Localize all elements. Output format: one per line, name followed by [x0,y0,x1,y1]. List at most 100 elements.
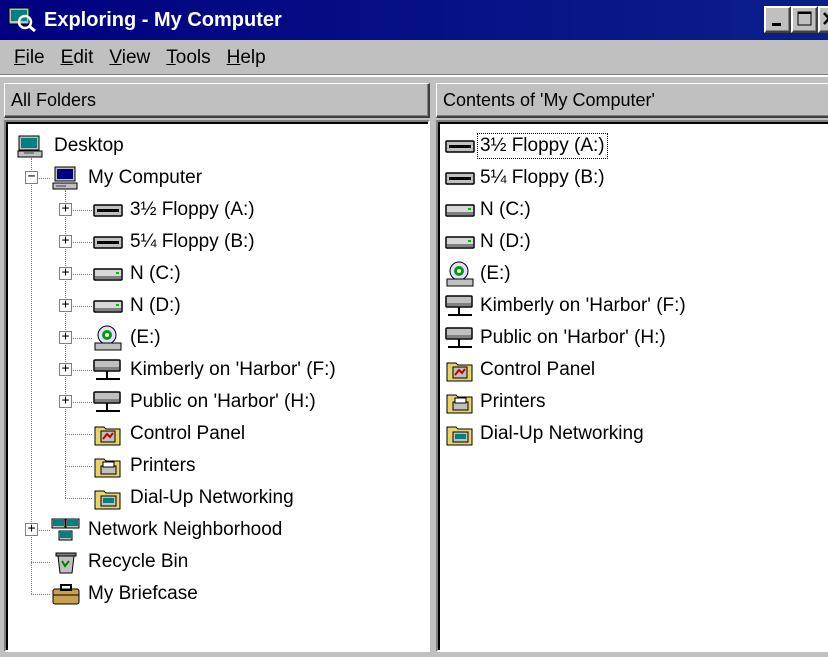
network-drive-icon [444,292,476,320]
tree-item[interactable]: My Computer [50,162,202,194]
control-panel-folder-icon [92,420,124,448]
list-item[interactable]: 3½ Floppy (A:) [444,130,608,162]
tree-item-label: Network Neighborhood [88,519,283,540]
list-item-label: Dial-Up Networking [480,423,644,444]
expand-icon[interactable]: + [59,330,72,344]
expand-icon[interactable]: + [59,298,72,312]
list-item[interactable]: Public on 'Harbor' (H:) [444,322,668,354]
tree-item[interactable]: Control Panel [92,418,245,450]
explorer-window: Exploring - My Computer File Edit View T… [0,0,828,657]
hard-drive-icon [92,260,124,288]
expander-glyph: + [61,393,70,408]
expand-icon[interactable]: + [59,265,72,280]
tree-item-label: 3½ Floppy (A:) [130,199,255,220]
list-item[interactable]: Dial-Up Networking [444,418,646,450]
tree-item[interactable]: 5¼ Floppy (B:) [92,226,255,258]
hard-drive-icon [92,292,124,320]
tree-connector [65,466,92,467]
menu-view-accel: V [109,46,122,68]
menu-bar: File Edit View Tools Help [0,41,828,75]
menu-tools-label: ools [175,46,211,68]
expand-icon[interactable]: + [59,362,72,376]
expander-glyph: + [61,265,70,280]
contents-pane[interactable]: 3½ Floppy (A:) 5¼ Floppy (B:) N (C:) N (D:)… [436,120,828,652]
tree-item[interactable]: Kimberly on 'Harbor' (F:) [92,354,336,386]
window-title: Exploring - My Computer [44,9,282,31]
list-item-label: (E:) [480,263,511,284]
list-item[interactable]: (E:) [444,258,513,290]
expander-glyph: − [27,169,36,184]
list-item-label: N (D:) [480,231,531,252]
network-drive-icon [92,356,124,384]
menu-separator [0,75,828,77]
menu-edit[interactable]: Edit [53,41,102,75]
close-button[interactable] [818,6,828,33]
tree-item-label: Dial-Up Networking [130,487,294,508]
tree-item[interactable]: Dial-Up Networking [92,482,294,514]
control-panel-folder-icon [444,356,476,384]
tree-item[interactable]: Recycle Bin [50,546,188,578]
list-item[interactable]: 5¼ Floppy (B:) [444,162,607,194]
contents-list: 3½ Floppy (A:) 5¼ Floppy (B:) N (C:) N (D:)… [438,122,828,650]
tree-item[interactable]: My Briefcase [50,578,198,610]
menu-view-label: iew [121,46,151,68]
tree-item[interactable]: Printers [92,450,195,482]
maximize-button[interactable] [791,6,818,33]
title-bar[interactable]: Exploring - My Computer [0,0,828,40]
menu-help-accel: H [226,46,241,68]
menu-edit-accel: E [60,46,74,68]
printers-folder-icon [444,388,476,416]
expander-glyph: + [61,201,70,216]
network-neighborhood-icon [50,516,82,544]
menu-file-accel: F [14,46,26,68]
dialup-folder-icon [92,484,124,512]
recycle-bin-icon [50,548,82,576]
tree-item[interactable]: N (D:) [92,290,181,322]
minimize-button[interactable] [764,6,791,33]
list-item[interactable]: N (C:) [444,194,533,226]
tree-item[interactable]: Network Neighborhood [50,514,282,546]
menu-tools[interactable]: Tools [158,41,218,75]
menu-help[interactable]: Help [219,41,274,75]
network-drive-icon [444,324,476,352]
tree-item[interactable]: Public on 'Harbor' (H:) [92,386,316,418]
expand-icon[interactable]: + [59,393,72,408]
expand-icon[interactable]: + [59,201,72,216]
tree-connector [65,498,92,499]
menu-tools-accel: T [166,46,176,68]
tree-item[interactable]: Desktop [16,130,124,162]
list-item-label: Kimberly on 'Harbor' (F:) [480,295,686,316]
dialup-folder-icon [444,420,476,448]
folder-tree: Desktop My Computer − 3½ Floppy (A:) +5¼ Flo… [6,122,428,650]
expand-icon[interactable]: + [59,234,72,248]
explorer-app-icon[interactable] [8,6,36,32]
desktop-icon [16,132,48,160]
tree-item-label: 5¼ Floppy (B:) [130,231,255,252]
list-item[interactable]: Control Panel [444,354,597,386]
tree-item-label: Recycle Bin [88,551,189,572]
tree-connector [31,594,50,595]
menu-file[interactable]: File [6,41,53,75]
floppy-drive-icon [444,132,476,160]
tree-item[interactable]: N (C:) [92,258,181,290]
all-folders-header: All Folders [4,83,430,118]
list-item-label: 5¼ Floppy (B:) [480,167,605,188]
list-item-label: Printers [480,391,546,412]
contents-header: Contents of 'My Computer' [436,83,828,118]
expand-icon[interactable]: + [25,522,38,536]
folder-tree-pane[interactable]: Desktop My Computer − 3½ Floppy (A:) +5¼ Flo… [4,120,430,652]
tree-item[interactable]: 3½ Floppy (A:) [92,194,255,226]
tree-item[interactable]: (E:) [92,322,161,354]
collapse-icon[interactable]: − [25,169,38,184]
network-drive-icon [92,388,124,416]
tree-item-label: (E:) [130,327,161,348]
list-item[interactable]: Printers [444,386,547,418]
list-item[interactable]: N (D:) [444,226,533,258]
tree-item-label: N (C:) [130,263,181,284]
tree-item-label: My Briefcase [88,583,198,604]
computer-icon [50,164,82,192]
menu-view[interactable]: View [101,41,158,75]
list-item[interactable]: Kimberly on 'Harbor' (F:) [444,290,688,322]
list-item-label: Public on 'Harbor' (H:) [480,327,666,348]
tree-item-label: N (D:) [130,295,181,316]
